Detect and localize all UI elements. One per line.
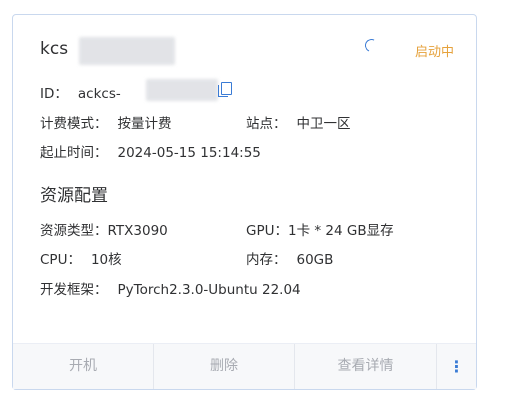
delete-button[interactable]: 删除 (154, 344, 295, 389)
copy-icon[interactable] (218, 82, 232, 97)
cpu-label: CPU： (40, 252, 81, 268)
framework-row: 开发框架： PyTorch2.3.0-Ubuntu 22.04 (40, 278, 301, 298)
gpu-row: GPU：1卡 * 24 GB显存 (246, 219, 394, 239)
id-label: ID： (40, 86, 68, 102)
card-header: kcs 启动中 (40, 37, 454, 65)
site-label: 站点： (246, 116, 287, 132)
more-vertical-icon[interactable]: ⋮ (437, 344, 476, 389)
resource-type-row: 资源类型：RTX3090 (40, 219, 168, 239)
time-value: 2024-05-15 15:14:55 (117, 145, 261, 161)
gpu-label: GPU： (246, 223, 288, 239)
site-row: 站点： 中卫一区 (246, 112, 351, 132)
billing-label: 计费模式： (40, 116, 108, 132)
card-actions: 开机 删除 查看详情 ⋮ (13, 343, 476, 389)
redacted-name-blur (79, 37, 175, 65)
billing-row: 计费模式： 按量计费 (40, 112, 172, 132)
power-on-button[interactable]: 开机 (13, 344, 154, 389)
gpu-value: 1卡 * 24 GB显存 (287, 223, 394, 239)
memory-row: 内存： 60GB (246, 248, 333, 268)
view-details-button[interactable]: 查看详情 (295, 344, 437, 389)
framework-label: 开发框架： (40, 282, 108, 298)
time-label: 起止时间： (40, 145, 108, 161)
framework-value: PyTorch2.3.0-Ubuntu 22.04 (117, 282, 301, 298)
resource-type-label: 资源类型： (40, 223, 108, 239)
instance-card: kcs 启动中 ID： ackcs- 计费模式： 按量计费 站点： 中卫一区 起止时间… (12, 14, 477, 390)
loading-spinner-icon (363, 37, 380, 54)
redacted-id-blur (146, 79, 218, 101)
status-badge: 启动中 (414, 45, 454, 60)
id-row: ID： ackcs- (40, 79, 232, 102)
time-row: 起止时间： 2024-05-15 15:14:55 (40, 141, 261, 161)
instance-name: kcs (40, 39, 69, 59)
cpu-row: CPU： 10核 (40, 248, 122, 268)
resource-type-value: RTX3090 (107, 223, 168, 239)
cpu-value: 10核 (90, 252, 122, 268)
id-value: ackcs- (77, 86, 121, 102)
billing-value: 按量计费 (117, 116, 172, 132)
section-title: 资源配置 (40, 186, 108, 206)
memory-value: 60GB (296, 252, 334, 268)
site-value: 中卫一区 (296, 116, 351, 132)
memory-label: 内存： (246, 252, 287, 268)
